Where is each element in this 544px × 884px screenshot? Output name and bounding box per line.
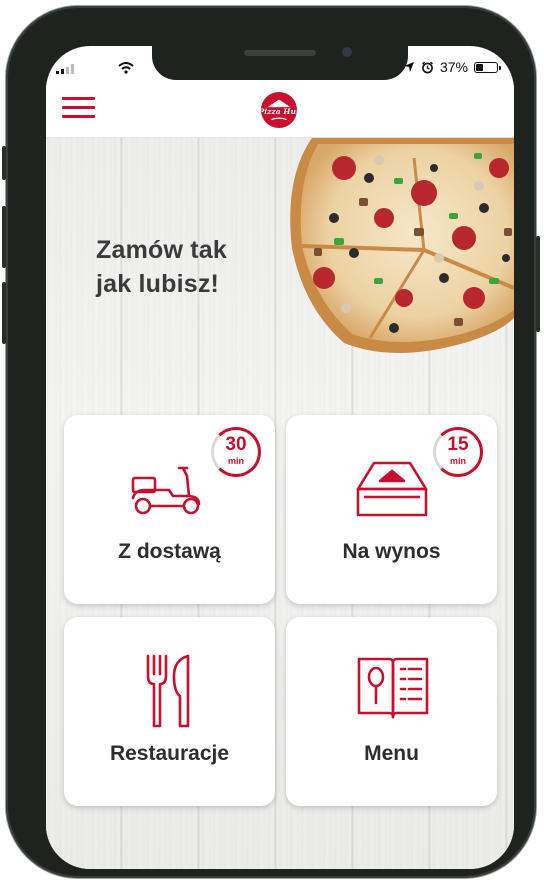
front-camera	[342, 47, 352, 57]
phone-screen: 37% Pizza Hut Zamów tak jak lubisz! 30 m…	[46, 46, 514, 869]
battery-icon	[474, 61, 501, 73]
main-content: Zamów tak jak lubisz! 30 min Z dostawą 1…	[46, 138, 514, 869]
delivery-tile[interactable]: 30 min Z dostawą	[64, 415, 275, 604]
volume-up-button	[2, 206, 6, 268]
mute-switch	[2, 146, 6, 180]
takeaway-label: Na wynos	[342, 540, 441, 563]
power-button	[536, 236, 540, 332]
svg-text:Pizza Hut: Pizza Hut	[260, 107, 298, 116]
takeaway-time-value: 15	[447, 434, 469, 455]
volume-down-button	[2, 282, 6, 344]
speaker	[244, 50, 316, 56]
pizza-image	[290, 138, 514, 353]
menu-tile[interactable]: Menu	[286, 617, 497, 806]
delivery-time-value: 30	[225, 434, 247, 455]
wifi-icon	[118, 62, 134, 74]
hero-headline: Zamów tak jak lubisz!	[96, 233, 227, 301]
delivery-time-badge: 30 min	[211, 427, 261, 477]
restaurants-tile[interactable]: Restauracje	[64, 617, 275, 806]
scooter-icon	[131, 466, 201, 515]
menu-book-icon	[357, 657, 429, 719]
battery-percent: 37%	[439, 59, 468, 75]
takeaway-tile[interactable]: 15 min Na wynos	[286, 415, 497, 604]
battery-fill	[476, 63, 484, 71]
takeaway-time-badge: 15 min	[433, 427, 483, 477]
headline-line-1: Zamów tak	[96, 236, 227, 264]
pizza-box-icon	[356, 461, 428, 517]
delivery-label: Z dostawą	[118, 540, 221, 563]
fork-knife-icon	[146, 654, 190, 728]
hamburger-menu-icon[interactable]	[62, 97, 95, 119]
phone-frame: 37% Pizza Hut Zamów tak jak lubisz! 30 m…	[2, 6, 540, 878]
status-right: 37%	[403, 59, 501, 75]
signal-icon	[56, 64, 74, 74]
takeaway-time-unit: min	[449, 456, 466, 466]
pizza-hut-logo[interactable]: Pizza Hut	[260, 91, 298, 129]
notch	[152, 46, 408, 80]
app-bar: Pizza Hut	[46, 82, 514, 138]
menu-label: Menu	[364, 742, 419, 765]
alarm-icon	[422, 61, 433, 73]
delivery-time-unit: min	[227, 456, 244, 466]
restaurants-label: Restauracje	[109, 742, 230, 765]
headline-line-2: jak lubisz!	[96, 270, 220, 298]
